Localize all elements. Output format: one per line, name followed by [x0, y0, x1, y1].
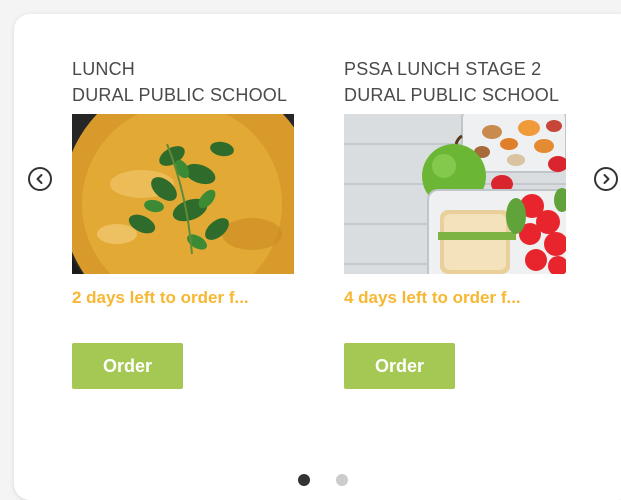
carousel-next-button[interactable] [594, 167, 618, 191]
chevron-right-icon [603, 174, 610, 184]
lunchbox-image [344, 114, 566, 274]
carousel-prev-button[interactable] [28, 167, 52, 191]
order-button[interactable]: Order [72, 343, 183, 389]
carousel-item-pssa-lunch: PSSA LUNCH STAGE 2 DURAL PUBLIC SCHOOL 4… [344, 56, 568, 308]
item-title-line1: PSSA LUNCH STAGE 2 [344, 59, 542, 79]
item-title-line2: DURAL PUBLIC SCHOOL [344, 85, 560, 105]
days-left-text: 4 days left to order f... [344, 288, 521, 307]
soup-image [72, 114, 294, 274]
pagination-dot[interactable] [336, 474, 348, 486]
days-left-text: 2 days left to order f... [72, 288, 249, 307]
item-title-line2: DURAL PUBLIC SCHOOL [72, 85, 288, 105]
pagination-dot-active[interactable] [298, 474, 310, 486]
chevron-left-icon [36, 174, 43, 184]
carousel-item-lunch: LUNCH DURAL PUBLIC SCHOOL 2 days left to… [72, 56, 296, 308]
carousel-pagination [298, 474, 348, 486]
item-title-line1: LUNCH [72, 59, 136, 79]
order-button[interactable]: Order [344, 343, 455, 389]
